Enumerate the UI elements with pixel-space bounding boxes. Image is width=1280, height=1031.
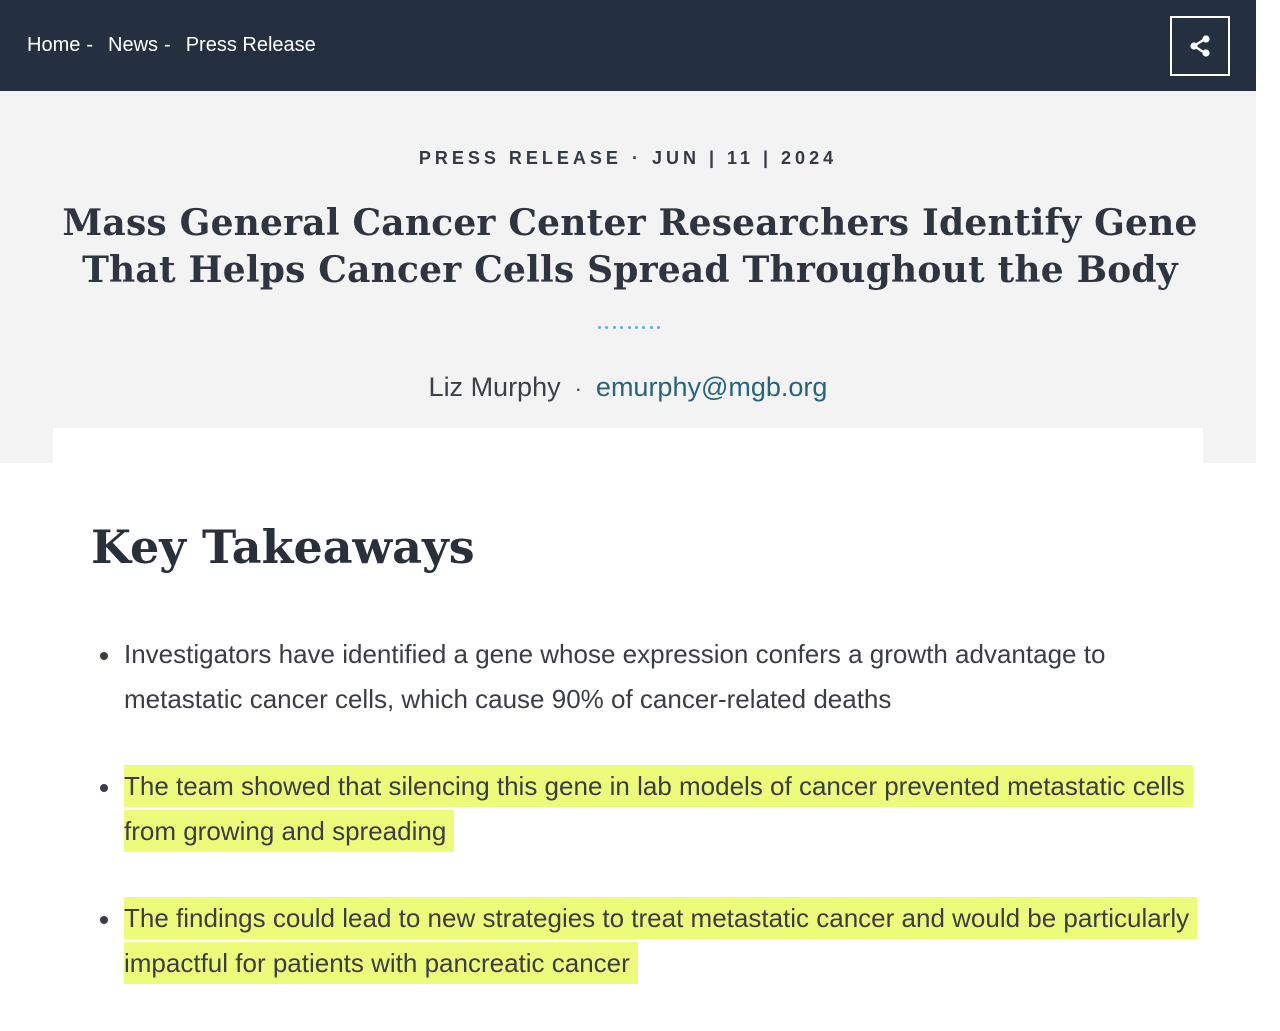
meta-separator: · [631,148,642,168]
takeaway-item-highlighted: The findings could lead to new strategie… [96,896,1198,986]
article-category: PRESS RELEASE [418,148,622,168]
key-takeaways-heading: Key Takeaways [91,520,475,574]
key-takeaways-list: Investigators have identified a gene who… [96,632,1198,1028]
article-title: Mass General Cancer Center Researchers I… [62,202,1198,291]
dotted-divider [598,326,660,336]
article-date: JUN | 11 | 2024 [651,148,838,168]
media-contact: Liz Murphy · emurphy@mgb.org [0,372,1256,403]
breadcrumb-home-link[interactable]: Home [27,34,80,57]
article-meta: PRESS RELEASE · JUN | 11 | 2024 [0,148,1256,169]
breadcrumb: Home - News - Press Release [0,34,316,57]
contact-separator: · [574,376,582,401]
content-card-top [53,428,1203,468]
top-nav-bar: Home - News - Press Release [0,0,1256,91]
share-icon [1190,35,1210,57]
takeaway-text: The findings could lead to new strategie… [124,897,1198,984]
breadcrumb-news-link[interactable]: News [108,34,158,57]
takeaway-item: Investigators have identified a gene who… [96,632,1196,722]
takeaway-item-highlighted: The team showed that silencing this gene… [96,764,1196,854]
breadcrumb-separator: - [86,34,94,56]
takeaway-text: Investigators have identified a gene who… [124,639,1106,714]
takeaway-text: The team showed that silencing this gene… [124,765,1193,852]
breadcrumb-separator: - [164,34,171,56]
contact-email-link[interactable]: emurphy@mgb.org [596,372,828,402]
breadcrumb-current-page: Press Release [185,34,316,56]
share-button[interactable] [1170,16,1230,76]
contact-name: Liz Murphy [428,372,561,402]
